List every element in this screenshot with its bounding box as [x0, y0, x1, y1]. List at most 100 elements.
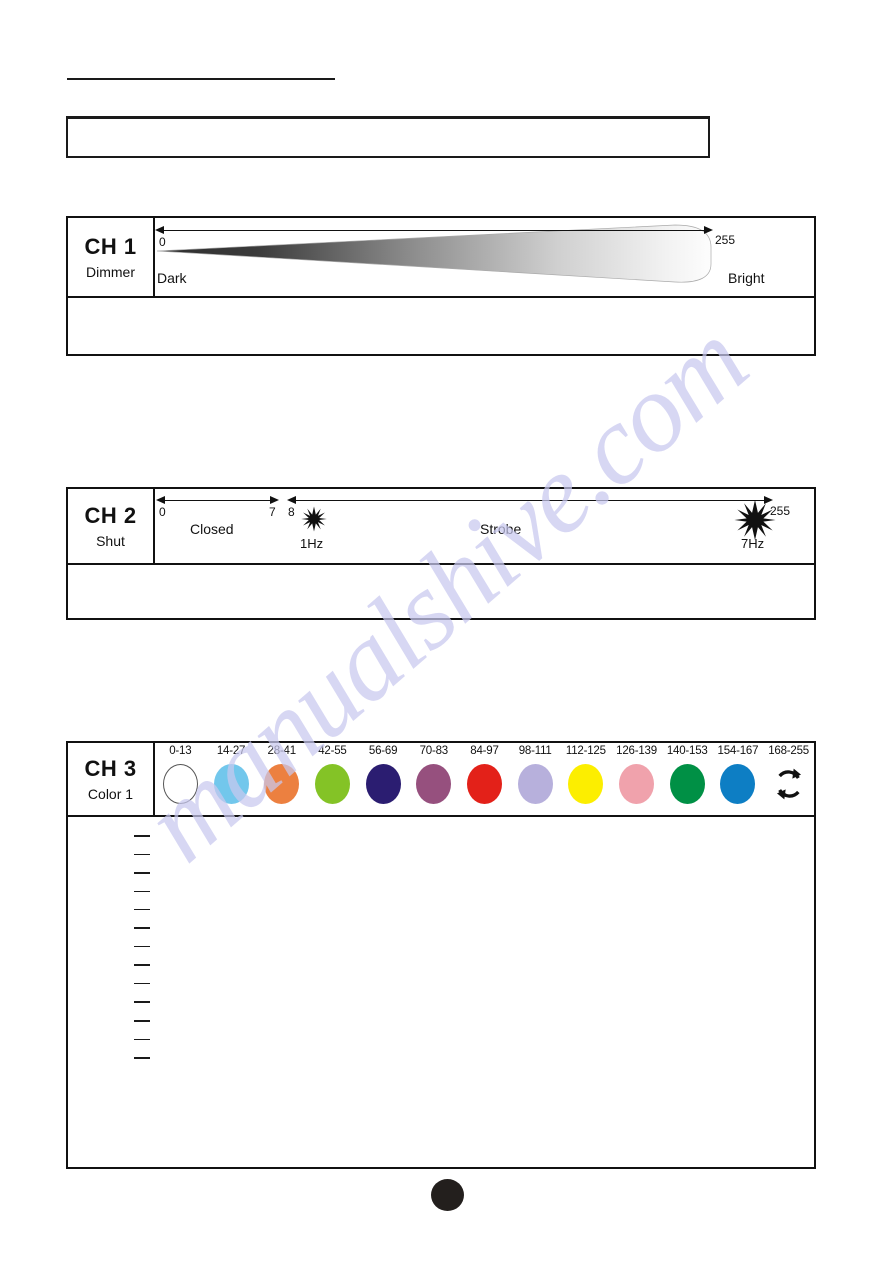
note-dash-list: [134, 835, 150, 1059]
color-swatch: [517, 763, 553, 804]
color-swatch-cell[interactable]: 84-97: [459, 743, 510, 815]
ch1-channel-function: Dimmer: [86, 263, 135, 280]
swatch-range-label: 154-167: [717, 745, 759, 757]
note-dash: [134, 891, 150, 892]
note-dash: [134, 927, 150, 929]
swatch-range-label: 70-83: [419, 745, 449, 757]
note-dash: [134, 964, 150, 966]
note-dash: [134, 872, 150, 874]
ch1-axis-arrow-right: [704, 226, 713, 234]
swatch-range-label: 140-153: [666, 745, 708, 757]
ch1-diagram: 0 255 Dark Bright: [155, 218, 814, 296]
swatch-range-label: 98-111: [518, 745, 552, 757]
ch1-channel-name: CH 1: [84, 233, 137, 259]
color-swatch-cell[interactable]: 28-41: [256, 743, 307, 815]
swatch-range-label: 42-55: [318, 745, 347, 757]
color-swatch: [466, 763, 502, 804]
color-swatch-cell[interactable]: 42-55: [307, 743, 358, 815]
rotate-icon: [771, 764, 806, 804]
ch1-start-tick: 0: [159, 235, 166, 249]
ch2-strobe-start-tick: 8: [288, 505, 295, 519]
color-swatch-cell[interactable]: 70-83: [408, 743, 459, 815]
color-swatch: [619, 763, 655, 804]
color-swatch-cell[interactable]: 168-255: [763, 743, 814, 815]
ch2-strobe-axis-line: [295, 500, 765, 501]
color-swatch-cell[interactable]: 112-125: [561, 743, 612, 815]
channel-block-ch1: CH 1 Dimmer 0 255 Dark Bright: [66, 216, 816, 356]
ch1-axis-arrow-left: [155, 226, 164, 234]
ch2-closed-axis-line: [164, 500, 277, 501]
ch2-rate-low-label: 1Hz: [300, 536, 324, 551]
note-dash: [134, 1057, 150, 1059]
note-dash: [134, 854, 150, 855]
color-swatch-cell[interactable]: 0-13: [155, 743, 206, 815]
ch2-strobe-zone-label: Strobe: [480, 521, 522, 537]
ch2-diagram: 0 7 Closed 8 255 Strobe 1Hz 7Hz: [155, 489, 814, 563]
note-dash: [134, 1001, 150, 1003]
star-burst-icon-small: [301, 506, 327, 532]
color-swatch-cell[interactable]: 140-153: [662, 743, 713, 815]
swatch-range-label: 112-125: [565, 745, 606, 757]
ch3-channel-name: CH 3: [84, 755, 137, 781]
color-swatch-cell[interactable]: 98-111: [510, 743, 561, 815]
ch2-channel-function: Shut: [96, 532, 125, 549]
swatch-range-label: 14-27: [216, 745, 246, 757]
ch2-strobe-slow-marker: [301, 506, 327, 537]
star-burst-icon-large: [734, 499, 776, 541]
ch3-label-cell: CH 3 Color 1: [68, 743, 155, 815]
note-dash: [134, 835, 150, 837]
ch1-header-row: CH 1 Dimmer 0 255 Dark Bright: [68, 218, 814, 296]
ch2-closed-start-tick: 0: [159, 505, 166, 519]
ch1-label-cell: CH 1 Dimmer: [68, 218, 155, 296]
note-dash: [134, 1039, 150, 1040]
ch1-axis-line: [163, 230, 711, 231]
ch1-high-label: Bright: [728, 270, 765, 286]
ch3-color-table: 0-13 14-27 28-41 42-55 56-69 70-83 84-97 98-111…: [155, 743, 814, 815]
swatch-range-label: 168-255: [768, 745, 809, 757]
color-swatch: [213, 763, 249, 804]
ch2-rate-high-label: 7Hz: [741, 536, 765, 551]
swatch-range-label: 84-97: [470, 745, 499, 757]
channel-block-ch3: CH 3 Color 1 0-13 14-27 28-41 42-55 56-69 70-…: [66, 741, 816, 1169]
ch3-header-row: CH 3 Color 1 0-13 14-27 28-41 42-55 56-69 70-…: [68, 743, 814, 815]
ch2-closed-zone-label: Closed: [190, 521, 234, 537]
swatch-range-label: 28-41: [267, 745, 297, 757]
ch2-label-cell: CH 2 Shut: [68, 489, 155, 563]
ch2-header-row: CH 2 Shut 0 7 Closed 8 255 Strobe 1Hz 7H…: [68, 489, 814, 563]
ch2-closed-arrow-left: [156, 496, 165, 504]
ch3-channel-function: Color 1: [87, 785, 134, 802]
color-swatch-cell[interactable]: 56-69: [358, 743, 409, 815]
color-swatch-grid: 0-13 14-27 28-41 42-55 56-69 70-83 84-97 98-111…: [155, 743, 814, 815]
ch2-closed-arrow-right: [270, 496, 279, 504]
channel-block-ch2: CH 2 Shut 0 7 Closed 8 255 Strobe 1Hz 7H…: [66, 487, 816, 620]
ch2-strobe-arrow-left: [287, 496, 296, 504]
color-swatch: [669, 763, 705, 804]
ch2-closed-end-tick: 7: [269, 505, 276, 519]
color-swatch: [314, 763, 350, 804]
note-dash: [134, 909, 150, 910]
ch3-note-area: [68, 815, 814, 1167]
color-swatch: [162, 763, 198, 804]
ch1-end-tick: 255: [715, 233, 736, 247]
ch2-channel-name: CH 2: [84, 502, 137, 528]
note-dash: [134, 946, 150, 947]
page-number-marker: [431, 1179, 464, 1211]
swatch-range-label: 0-13: [169, 745, 192, 757]
color-swatch: [568, 763, 604, 804]
note-dash: [134, 983, 150, 984]
color-swatch: [365, 763, 401, 804]
color-swatch: [416, 763, 452, 804]
ch2-note-area: [68, 563, 814, 618]
color-swatch: [720, 763, 756, 804]
ch1-low-label: Dark: [157, 270, 187, 286]
header-rule: [67, 78, 335, 80]
note-dash: [134, 1020, 150, 1022]
swatch-range-label: 56-69: [368, 745, 398, 757]
swatch-range-label: 126-139: [616, 745, 657, 757]
title-box: [66, 116, 710, 158]
ch1-note-area: [68, 296, 814, 354]
color-swatch-cell[interactable]: 14-27: [206, 743, 257, 815]
color-swatch-cell[interactable]: 154-167: [713, 743, 764, 815]
color-swatch-cell[interactable]: 126-139: [611, 743, 662, 815]
color-swatch: [264, 763, 300, 804]
